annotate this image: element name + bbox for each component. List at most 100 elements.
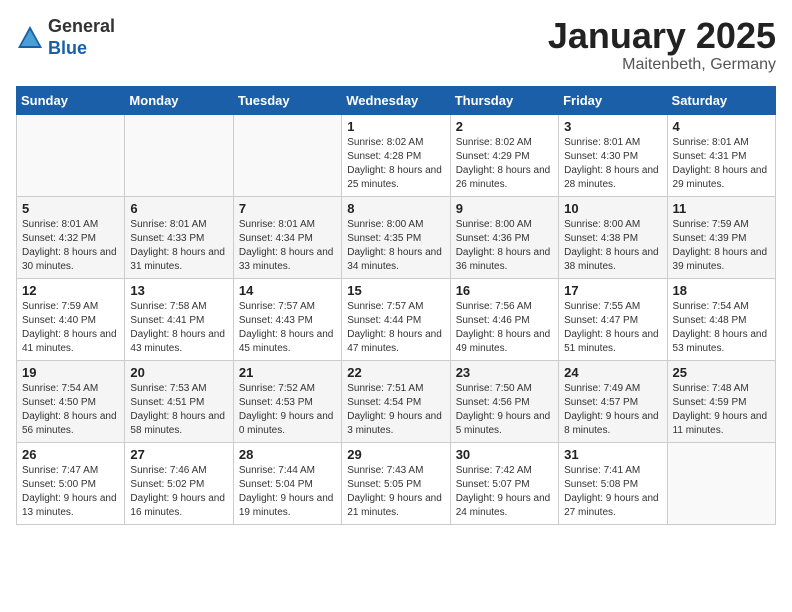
day-info: Sunrise: 7:54 AM Sunset: 4:48 PM Dayligh…: [673, 300, 770, 356]
day-number: 6: [130, 201, 227, 216]
calendar-cell: 25 Sunrise: 7:48 AM Sunset: 4:59 PM Dayli…: [667, 360, 775, 442]
day-number: 10: [564, 201, 661, 216]
day-info: Sunrise: 7:41 AM Sunset: 5:08 PM Dayligh…: [564, 464, 661, 520]
day-info: Sunrise: 7:49 AM Sunset: 4:57 PM Dayligh…: [564, 382, 661, 438]
calendar-cell: [125, 114, 233, 196]
day-info: Sunrise: 8:01 AM Sunset: 4:34 PM Dayligh…: [239, 218, 336, 274]
weekday-header-wednesday: Wednesday: [342, 86, 450, 114]
day-number: 30: [456, 447, 553, 462]
calendar-cell: 9 Sunrise: 8:00 AM Sunset: 4:36 PM Daylig…: [450, 196, 558, 278]
day-number: 4: [673, 119, 770, 134]
day-info: Sunrise: 8:01 AM Sunset: 4:32 PM Dayligh…: [22, 218, 119, 274]
calendar-cell: 17 Sunrise: 7:55 AM Sunset: 4:47 PM Dayli…: [559, 278, 667, 360]
calendar-cell: 16 Sunrise: 7:56 AM Sunset: 4:46 PM Dayli…: [450, 278, 558, 360]
calendar-cell: 13 Sunrise: 7:58 AM Sunset: 4:41 PM Dayli…: [125, 278, 233, 360]
logo-icon: [16, 24, 44, 52]
day-number: 7: [239, 201, 336, 216]
calendar-cell: 14Sunrise: 7:57 AM Sunset: 4:43 PM Dayli…: [233, 278, 341, 360]
day-info: Sunrise: 7:59 AM Sunset: 4:39 PM Dayligh…: [673, 218, 770, 274]
title-block: January 2025 Maitenbeth, Germany: [548, 16, 776, 74]
calendar-week-row: 26Sunrise: 7:47 AM Sunset: 5:00 PM Dayli…: [17, 442, 776, 524]
day-number: 18: [673, 283, 770, 298]
day-number: 19: [22, 365, 119, 380]
weekday-header-thursday: Thursday: [450, 86, 558, 114]
day-info: Sunrise: 7:51 AM Sunset: 4:54 PM Dayligh…: [347, 382, 444, 438]
calendar-cell: 27 Sunrise: 7:46 AM Sunset: 5:02 PM Dayli…: [125, 442, 233, 524]
day-number: 9: [456, 201, 553, 216]
calendar-cell: 29 Sunrise: 7:43 AM Sunset: 5:05 PM Dayli…: [342, 442, 450, 524]
calendar-cell: 28 Sunrise: 7:44 AM Sunset: 5:04 PM Dayli…: [233, 442, 341, 524]
calendar-cell: 11 Sunrise: 7:59 AM Sunset: 4:39 PM Dayli…: [667, 196, 775, 278]
day-number: 31: [564, 447, 661, 462]
day-info: Sunrise: 7:44 AM Sunset: 5:04 PM Dayligh…: [239, 464, 336, 520]
day-info: Sunrise: 7:57 AM Sunset: 4:43 PM Dayligh…: [239, 300, 336, 356]
day-number: 25: [673, 365, 770, 380]
day-number: 1: [347, 119, 444, 134]
day-number: 28: [239, 447, 336, 462]
day-number: 27: [130, 447, 227, 462]
day-number: 20: [130, 365, 227, 380]
calendar-cell: 23Sunrise: 7:50 AM Sunset: 4:56 PM Dayli…: [450, 360, 558, 442]
calendar-cell: 10 Sunrise: 8:00 AM Sunset: 4:38 PM Dayli…: [559, 196, 667, 278]
day-number: 8: [347, 201, 444, 216]
day-info: Sunrise: 7:59 AM Sunset: 4:40 PM Dayligh…: [22, 300, 119, 356]
day-info: Sunrise: 7:48 AM Sunset: 4:59 PM Dayligh…: [673, 382, 770, 438]
calendar-cell: [667, 442, 775, 524]
day-number: 5: [22, 201, 119, 216]
day-info: Sunrise: 7:52 AM Sunset: 4:53 PM Dayligh…: [239, 382, 336, 438]
weekday-header-monday: Monday: [125, 86, 233, 114]
day-number: 2: [456, 119, 553, 134]
calendar-cell: 19 Sunrise: 7:54 AM Sunset: 4:50 PM Dayli…: [17, 360, 125, 442]
calendar-week-row: 5 Sunrise: 8:01 AM Sunset: 4:32 PM Daylig…: [17, 196, 776, 278]
weekday-header-friday: Friday: [559, 86, 667, 114]
calendar-cell: 6 Sunrise: 8:01 AM Sunset: 4:33 PM Daylig…: [125, 196, 233, 278]
calendar-cell: 21 Sunrise: 7:52 AM Sunset: 4:53 PM Dayli…: [233, 360, 341, 442]
weekday-header-row: SundayMondayTuesdayWednesdayThursdayFrid…: [17, 86, 776, 114]
day-number: 23: [456, 365, 553, 380]
calendar-table: SundayMondayTuesdayWednesdayThursdayFrid…: [16, 86, 776, 525]
day-number: 29: [347, 447, 444, 462]
day-info: Sunrise: 7:46 AM Sunset: 5:02 PM Dayligh…: [130, 464, 227, 520]
day-info: Sunrise: 7:55 AM Sunset: 4:47 PM Dayligh…: [564, 300, 661, 356]
day-info: Sunrise: 8:01 AM Sunset: 4:31 PM Dayligh…: [673, 136, 770, 192]
day-number: 21: [239, 365, 336, 380]
day-info: Sunrise: 8:00 AM Sunset: 4:38 PM Dayligh…: [564, 218, 661, 274]
calendar-cell: 18 Sunrise: 7:54 AM Sunset: 4:48 PM Dayli…: [667, 278, 775, 360]
weekday-header-saturday: Saturday: [667, 86, 775, 114]
calendar-cell: 3 Sunrise: 8:01 AM Sunset: 4:30 PM Daylig…: [559, 114, 667, 196]
day-info: Sunrise: 7:56 AM Sunset: 4:46 PM Dayligh…: [456, 300, 553, 356]
logo-blue-text: Blue: [48, 38, 115, 60]
day-number: 13: [130, 283, 227, 298]
day-info: Sunrise: 8:00 AM Sunset: 4:35 PM Dayligh…: [347, 218, 444, 274]
calendar-cell: 20Sunrise: 7:53 AM Sunset: 4:51 PM Dayli…: [125, 360, 233, 442]
day-info: Sunrise: 8:01 AM Sunset: 4:33 PM Dayligh…: [130, 218, 227, 274]
calendar-cell: 15Sunrise: 7:57 AM Sunset: 4:44 PM Dayli…: [342, 278, 450, 360]
day-number: 11: [673, 201, 770, 216]
day-number: 3: [564, 119, 661, 134]
calendar-cell: 30 Sunrise: 7:42 AM Sunset: 5:07 PM Dayli…: [450, 442, 558, 524]
calendar-cell: 1Sunrise: 8:02 AM Sunset: 4:28 PM Daylig…: [342, 114, 450, 196]
day-info: Sunrise: 8:01 AM Sunset: 4:30 PM Dayligh…: [564, 136, 661, 192]
calendar-week-row: 1Sunrise: 8:02 AM Sunset: 4:28 PM Daylig…: [17, 114, 776, 196]
day-number: 16: [456, 283, 553, 298]
calendar-week-row: 19 Sunrise: 7:54 AM Sunset: 4:50 PM Dayli…: [17, 360, 776, 442]
day-info: Sunrise: 7:58 AM Sunset: 4:41 PM Dayligh…: [130, 300, 227, 356]
calendar-week-row: 12Sunrise: 7:59 AM Sunset: 4:40 PM Dayli…: [17, 278, 776, 360]
calendar-cell: 4 Sunrise: 8:01 AM Sunset: 4:31 PM Daylig…: [667, 114, 775, 196]
day-info: Sunrise: 8:00 AM Sunset: 4:36 PM Dayligh…: [456, 218, 553, 274]
logo-general-text: General: [48, 16, 115, 38]
day-info: Sunrise: 7:42 AM Sunset: 5:07 PM Dayligh…: [456, 464, 553, 520]
calendar-cell: 24 Sunrise: 7:49 AM Sunset: 4:57 PM Dayli…: [559, 360, 667, 442]
day-info: Sunrise: 8:02 AM Sunset: 4:29 PM Dayligh…: [456, 136, 553, 192]
day-number: 17: [564, 283, 661, 298]
calendar-cell: [17, 114, 125, 196]
month-title: January 2025: [548, 16, 776, 56]
calendar-cell: 26Sunrise: 7:47 AM Sunset: 5:00 PM Dayli…: [17, 442, 125, 524]
page-header: General Blue January 2025 Maitenbeth, Ge…: [16, 16, 776, 74]
day-number: 24: [564, 365, 661, 380]
day-info: Sunrise: 7:54 AM Sunset: 4:50 PM Dayligh…: [22, 382, 119, 438]
day-number: 26: [22, 447, 119, 462]
day-number: 15: [347, 283, 444, 298]
calendar-cell: 31 Sunrise: 7:41 AM Sunset: 5:08 PM Dayli…: [559, 442, 667, 524]
day-info: Sunrise: 7:43 AM Sunset: 5:05 PM Dayligh…: [347, 464, 444, 520]
